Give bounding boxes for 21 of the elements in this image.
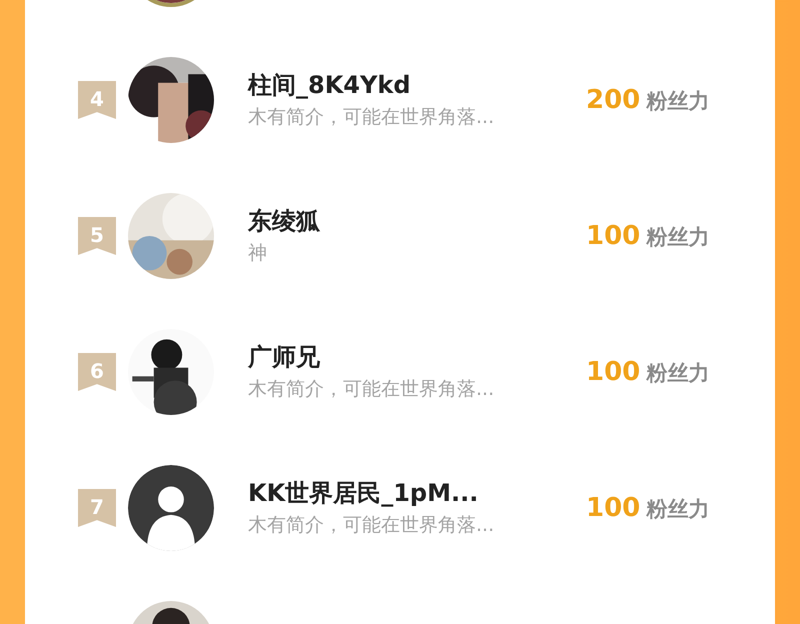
user-bio: 神 bbox=[248, 241, 268, 266]
fan-count: 200 bbox=[586, 84, 640, 116]
fan-count: 100 bbox=[586, 220, 640, 252]
rank-badge: 4 bbox=[78, 81, 116, 119]
user-name[interactable]: 柱间_8K4Ykd bbox=[248, 70, 578, 100]
fan-unit: 粉丝力 bbox=[646, 496, 710, 522]
fan-count: 100 bbox=[586, 356, 640, 388]
user-name[interactable]: 广师兄 bbox=[248, 342, 578, 372]
fan-unit: 粉丝力 bbox=[646, 224, 710, 250]
user-name[interactable]: 东绫狐 bbox=[248, 206, 578, 236]
fan-unit: 粉丝力 bbox=[646, 360, 710, 386]
user-bio: 木有简介，可能在世界角落... bbox=[248, 105, 496, 130]
rank-badge: 6 bbox=[78, 353, 116, 391]
default-avatar-icon bbox=[128, 465, 214, 551]
user-bio: 木有简介，可能在世界角落... bbox=[248, 513, 496, 538]
rank-badge: 7 bbox=[78, 489, 116, 527]
fan-count: 100 bbox=[586, 492, 640, 524]
rank-badge: 5 bbox=[78, 217, 116, 255]
fan-unit: 粉丝力 bbox=[646, 88, 710, 114]
user-bio: 木有简介，可能在世界角落... bbox=[248, 377, 496, 402]
user-name[interactable]: KK世界居民_1pM... bbox=[248, 478, 578, 508]
